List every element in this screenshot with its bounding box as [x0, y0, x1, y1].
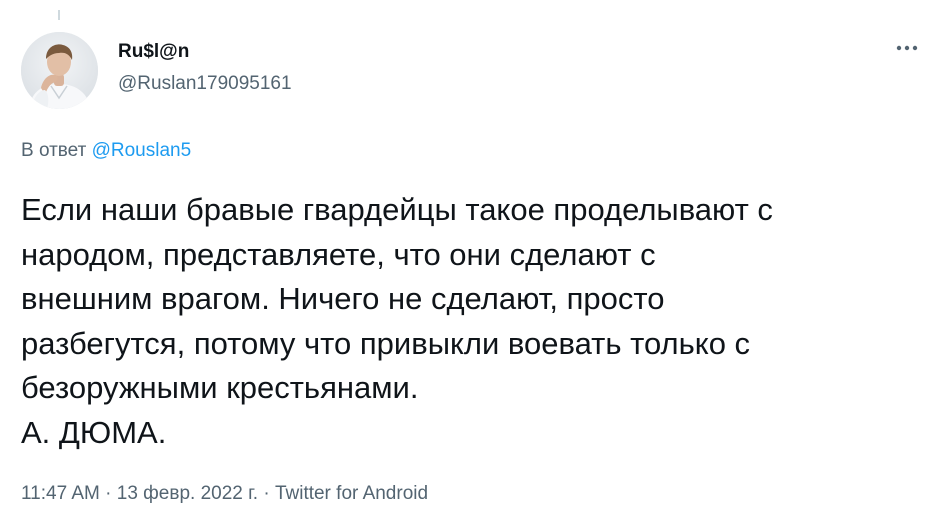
meta-separator: ·: [263, 483, 270, 504]
tweet-source-link[interactable]: Twitter for Android: [275, 483, 428, 504]
avatar[interactable]: [21, 32, 98, 109]
tweet-text-line: внешним врагом. Ничего не сделают, прост…: [21, 281, 665, 316]
tweet-text: Если наши бравые гвардейцы такое проделы…: [21, 188, 921, 455]
reply-mention-link[interactable]: @Rouslan5: [92, 140, 192, 161]
avatar-photo-icon: [21, 32, 98, 109]
more-horizontal-icon: [896, 45, 918, 51]
author-display-name[interactable]: Ru$l@n: [118, 40, 189, 64]
tweet-text-line: разбегутся, потому что привыкли воевать …: [21, 325, 751, 361]
more-options-button[interactable]: [892, 38, 922, 58]
tweet-text-line: народом, представляете, что они сделают …: [21, 236, 656, 272]
tweet-date-link[interactable]: 13 февр. 2022 г.: [117, 483, 258, 504]
reply-prefix: В ответ: [21, 140, 87, 161]
tweet-time-link[interactable]: 11:47 AM: [21, 483, 100, 504]
tweet-text-line: А. ДЮМА.: [21, 414, 167, 450]
reply-context: В ответ @Rouslan5: [21, 139, 191, 163]
tweet-text-line: безоружными крестьянами.: [21, 370, 419, 405]
tweet-metadata: 11:47 AM · 13 февр. 2022 г. · Twitter fo…: [21, 482, 428, 506]
author-handle[interactable]: @Ruslan179095161: [118, 72, 292, 96]
thread-connector-line: [58, 10, 60, 20]
tweet-text-line: Если наши бравые гвардейцы такое проделы…: [21, 192, 773, 227]
meta-separator: ·: [105, 483, 112, 504]
